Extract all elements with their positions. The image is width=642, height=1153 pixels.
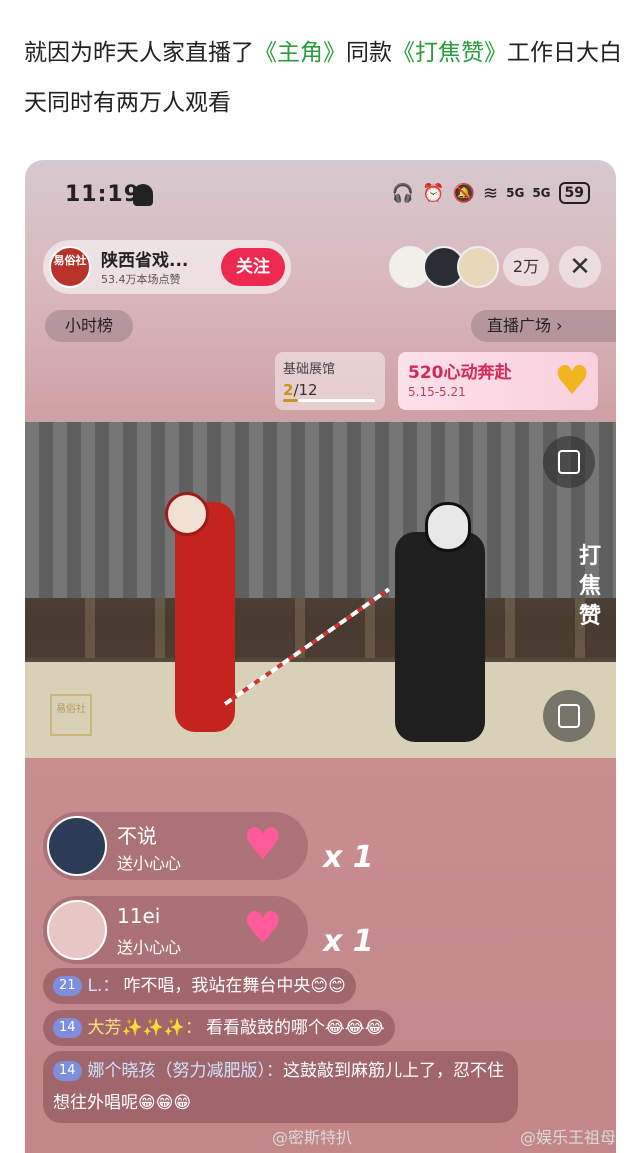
exhibit-progress-bar [283,399,375,402]
exhibit-current: 2 [283,381,294,399]
watermark-left: @密斯特扒 [272,1128,353,1147]
live-plaza-button[interactable]: 直播广场 › [471,310,616,342]
close-button[interactable]: ✕ [559,246,601,288]
viewer-avatar[interactable] [457,246,499,288]
chat-user[interactable]: 娜个晓孩（努力减肥版）： [88,1061,284,1081]
user-level-badge: 14 [53,1061,82,1081]
stage-curtain [25,422,616,598]
status-icons: 🎧 ⏰ 🔕 ≋ 5G 5G 59 [392,182,590,204]
gift-sender-avatar[interactable] [47,816,107,876]
exhibit-total: /12 [293,381,318,399]
status-bar: 11:19 🎧 ⏰ 🔕 ≋ 5G 5G 59 [25,160,616,232]
viewer-avatars[interactable] [389,246,499,288]
snapchat-icon [133,184,153,206]
rotate-screen-button[interactable] [543,690,595,742]
user-level-badge: 21 [53,976,82,996]
signal-icon: 5G [506,186,525,200]
performer-black [395,532,485,742]
performer-red-head [165,492,209,536]
status-time: 11:19 [65,182,141,207]
anchor-likes: 53.4万本场点赞 [101,273,181,286]
gift-notification: 11ei 送小心心 ♥ [43,896,308,964]
anchor-info[interactable]: 易俗社 陕西省戏... 53.4万本场点赞 关注 [43,240,291,294]
anchor-avatar[interactable]: 易俗社 [49,246,91,288]
chat-user[interactable]: 大芳✨✨✨： [88,1018,203,1038]
gift-action: 送小心心 [117,854,182,873]
post-text-part2: 同款 [346,40,392,66]
gift-action: 送小心心 [117,938,182,957]
performer-black-head [425,502,471,552]
heart-gift-icon: ♥ [243,903,283,954]
screen-cast-button[interactable] [543,436,595,488]
battery-icon: 59 [558,182,590,204]
exhibit-title: 基础展馆 [283,362,336,377]
gold-heart-icon: ♥ [554,358,590,404]
chat-text: 咋不唱，我站在舞台中央😊😊 [123,976,346,996]
gift-sender-name[interactable]: 11ei [117,904,160,928]
gift-sender-avatar[interactable] [47,900,107,960]
exhibit-card[interactable]: 基础展馆 2/12 [275,352,385,410]
broadcaster-seal: 易俗社 [50,694,92,736]
exhibit-progress-text: 2/12 [283,381,377,399]
exhibit-progress-fill [283,399,299,402]
watermark-right: @娱乐王祖母 [520,1128,617,1147]
stage-floor [25,662,616,758]
alarm-icon: ⏰ [422,182,445,204]
gift-sender-name[interactable]: 不说 [117,820,157,849]
side-title: 打焦赞 [578,544,601,629]
viewer-count[interactable]: 2万 [503,248,549,286]
post-text-part1: 就因为昨天人家直播了 [24,40,254,66]
mute-icon: 🔕 [452,182,476,204]
video-player[interactable]: 易俗社 [25,422,616,758]
screen-cast-icon [558,450,580,474]
gift-count: x 1 [323,924,374,959]
gift-notification: 不说 送小心心 ♥ [43,812,308,880]
chat-user[interactable]: L.： [88,976,120,996]
post-text: 就因为昨天人家直播了《主角》同款《打焦赞》工作日大白天同时有两万人观看 [24,28,624,128]
performer-red [175,502,235,732]
chat-text: 看看敲鼓的哪个😂😂😂 [206,1018,385,1038]
livestream-screenshot: 11:19 🎧 ⏰ 🔕 ≋ 5G 5G 59 易俗社 陕西省戏... 53.4万… [25,160,616,1153]
event-banner[interactable]: 520心动奔赴 5.15-5.21 ♥ [398,352,598,410]
chat-message: 21 L.： 咋不唱，我站在舞台中央😊😊 [43,968,356,1004]
stage-backdrop [25,598,616,658]
wifi-icon: ≋ [483,182,499,204]
chat-message: 14 娜个晓孩（努力减肥版）：这鼓敲到麻筋儿上了，忍不住想往外唱呢😁😁😁 [43,1051,518,1123]
anchor-name[interactable]: 陕西省戏... [101,246,188,271]
chat-message: 14 大芳✨✨✨： 看看敲鼓的哪个😂😂😂 [43,1010,395,1046]
heart-gift-icon: ♥ [243,819,283,870]
hashtag-link-protagonist[interactable]: 《主角》 [254,40,346,66]
signal-icon-2: 5G [532,186,551,200]
hashtag-link-dajiaozan[interactable]: 《打焦赞》 [392,40,507,66]
follow-button[interactable]: 关注 [221,248,285,286]
gift-count: x 1 [323,840,374,875]
rotate-icon [558,704,580,728]
hour-rank-button[interactable]: 小时榜 [45,310,133,342]
user-level-badge: 14 [53,1018,82,1038]
headphones-icon: 🎧 [391,182,415,204]
